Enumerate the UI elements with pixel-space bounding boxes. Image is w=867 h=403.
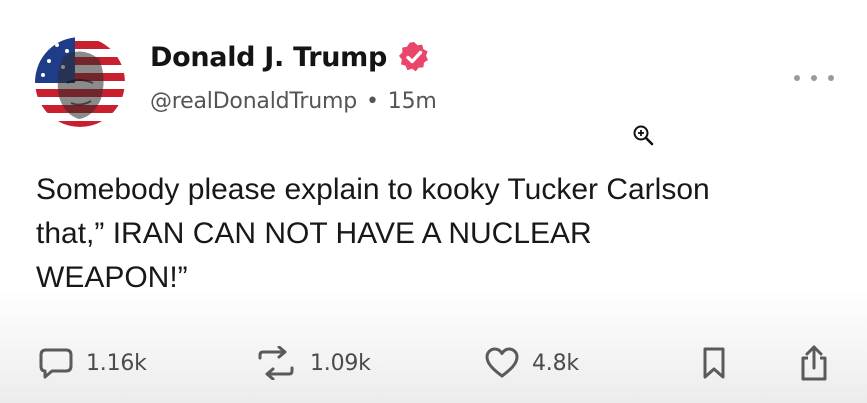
post-timestamp[interactable]: 15m	[388, 89, 437, 114]
author-display-name[interactable]: Donald J. Trump	[150, 42, 387, 73]
like-count: 4.8k	[532, 350, 579, 376]
post-body-text: Somebody please explain to kooky Tucker …	[36, 173, 710, 294]
repost-arrows-icon	[258, 346, 294, 380]
repost-button[interactable]: 1.09k	[254, 340, 371, 386]
bookmark-button[interactable]	[700, 340, 728, 386]
zoom-in-cursor-icon	[633, 125, 654, 146]
share-button[interactable]	[796, 340, 832, 386]
avatar-image	[35, 37, 125, 127]
more-horizontal-icon[interactable]	[794, 68, 834, 88]
author-name-row: Donald J. Trump	[150, 40, 431, 74]
post-card: Donald J. Trump @realDonaldTrump • 15m S…	[0, 0, 867, 403]
verified-badge-icon	[399, 42, 429, 72]
author-handle[interactable]: @realDonaldTrump	[150, 89, 357, 114]
more-dot	[828, 75, 834, 81]
more-dot	[794, 75, 800, 81]
avatar[interactable]	[35, 37, 125, 127]
heart-icon	[485, 347, 519, 378]
post-meta: @realDonaldTrump • 15m	[150, 89, 437, 114]
meta-separator: •	[365, 89, 379, 114]
speech-bubble-icon	[39, 348, 73, 379]
more-dot	[811, 75, 817, 81]
bookmark-icon	[703, 347, 725, 379]
reply-count: 1.16k	[86, 350, 147, 376]
post-action-bar: 1.16k 1.09k 4.8k	[0, 340, 867, 386]
reply-button[interactable]: 1.16k	[38, 340, 147, 386]
share-upload-icon	[801, 345, 827, 381]
repost-count: 1.09k	[310, 350, 371, 376]
like-button[interactable]: 4.8k	[484, 340, 579, 386]
